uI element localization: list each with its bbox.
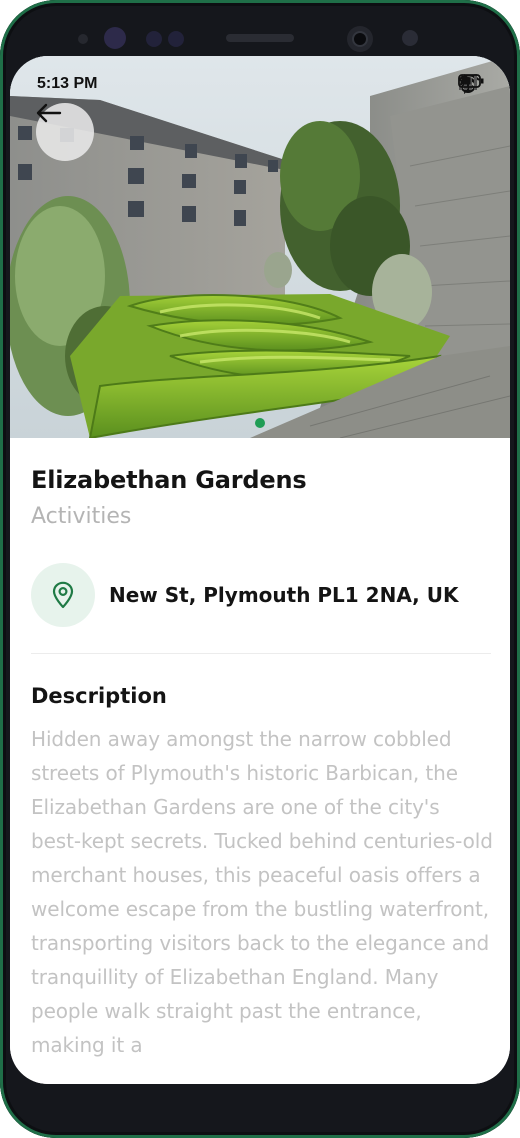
map-pin-icon bbox=[52, 581, 74, 609]
phone-frame: 5:13 PM Elizabethan Gardens Activities N… bbox=[0, 0, 520, 1138]
sensor-dot bbox=[146, 31, 162, 47]
status-time: 5:13 PM bbox=[37, 75, 98, 92]
place-category: Activities bbox=[31, 504, 132, 529]
place-details: Elizabethan Gardens Activities New St, P… bbox=[10, 438, 510, 1084]
phone-bezel bbox=[0, 0, 520, 64]
gallery-indicator-dot[interactable] bbox=[255, 418, 265, 428]
back-button[interactable] bbox=[36, 103, 94, 161]
sensor-dot bbox=[402, 30, 418, 46]
address-text: New St, Plymouth PL1 2NA, UK bbox=[109, 583, 459, 607]
sensor-dot bbox=[78, 34, 88, 44]
app-screen: 5:13 PM Elizabethan Gardens Activities N… bbox=[10, 56, 510, 1084]
status-bar: 5:13 PM bbox=[10, 56, 510, 112]
hero-image[interactable]: 5:13 PM bbox=[10, 56, 510, 438]
sensor-dot bbox=[168, 31, 184, 47]
front-camera bbox=[347, 26, 373, 52]
address-row[interactable]: New St, Plymouth PL1 2NA, UK bbox=[31, 562, 491, 628]
place-title: Elizabethan Gardens bbox=[31, 466, 307, 494]
earpiece-speaker bbox=[226, 34, 294, 42]
description-heading: Description bbox=[31, 684, 167, 708]
sensor-dot bbox=[104, 27, 126, 49]
address-icon-badge bbox=[31, 563, 95, 627]
arrow-left-icon bbox=[36, 103, 62, 123]
section-divider bbox=[31, 653, 491, 654]
description-body: Hidden away amongst the narrow cobbled s… bbox=[31, 727, 493, 1057]
